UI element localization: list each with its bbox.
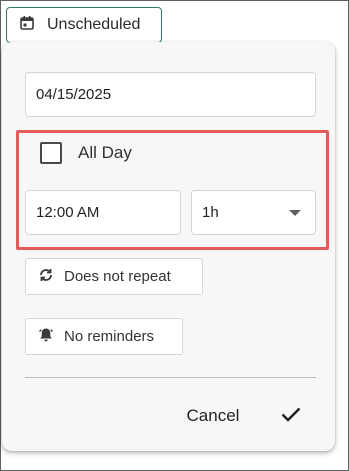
duration-select[interactable]: 1h (191, 190, 316, 235)
all-day-label: All Day (78, 143, 132, 162)
time-input[interactable]: 12:00 AM (25, 190, 181, 235)
reminders-button[interactable]: No reminders (25, 318, 183, 355)
schedule-popup: 04/15/2025 All Day 12:00 AM 1h Does not … (2, 42, 335, 451)
repeat-button[interactable]: Does not repeat (25, 258, 203, 295)
schedule-trigger-button[interactable]: Unscheduled (6, 7, 162, 43)
checkmark-icon (279, 402, 303, 431)
divider (25, 377, 316, 378)
time-input-value: 12:00 AM (36, 204, 100, 221)
all-day-toggle[interactable]: All Day (40, 142, 132, 164)
all-day-checkbox[interactable] (40, 142, 62, 164)
calendar-icon (19, 15, 47, 36)
repeat-label: Does not repeat (64, 268, 171, 285)
date-input[interactable]: 04/15/2025 (25, 72, 316, 117)
confirm-button[interactable] (274, 401, 308, 431)
cancel-button[interactable]: Cancel (172, 402, 254, 430)
repeat-icon (38, 267, 64, 287)
duration-select-value: 1h (202, 204, 219, 221)
bell-icon (38, 327, 64, 347)
schedule-trigger-label: Unscheduled (47, 16, 141, 33)
date-input-value: 04/15/2025 (36, 86, 112, 103)
reminders-label: No reminders (64, 328, 155, 345)
dropdown-arrow-icon (289, 209, 301, 216)
